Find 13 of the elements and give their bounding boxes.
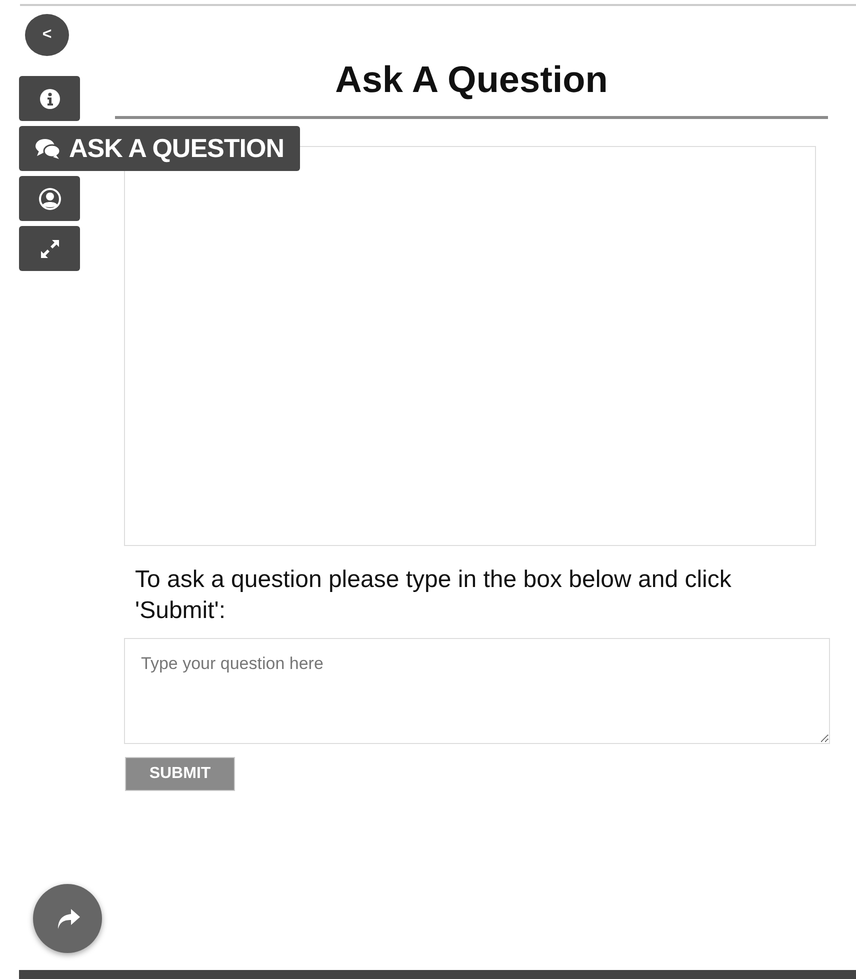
sidebar-button[interactable]: ASK A QUESTION — [19, 126, 300, 171]
sidebar-button[interactable] — [19, 226, 80, 271]
expand-icon — [38, 238, 60, 260]
sidebar-button[interactable] — [19, 76, 80, 121]
page-title: Ask A Question — [334, 58, 609, 102]
back-button[interactable]: < — [25, 14, 69, 56]
question-field[interactable]: Type your question here — [124, 638, 830, 744]
info-icon — [40, 88, 60, 108]
instructions-text: To ask a question please type in the box below and click 'Submit': — [135, 565, 732, 626]
chat-icon — [35, 138, 61, 160]
sidebar-button[interactable] — [19, 176, 80, 221]
share-button[interactable] — [33, 884, 102, 953]
user-icon — [38, 186, 62, 210]
